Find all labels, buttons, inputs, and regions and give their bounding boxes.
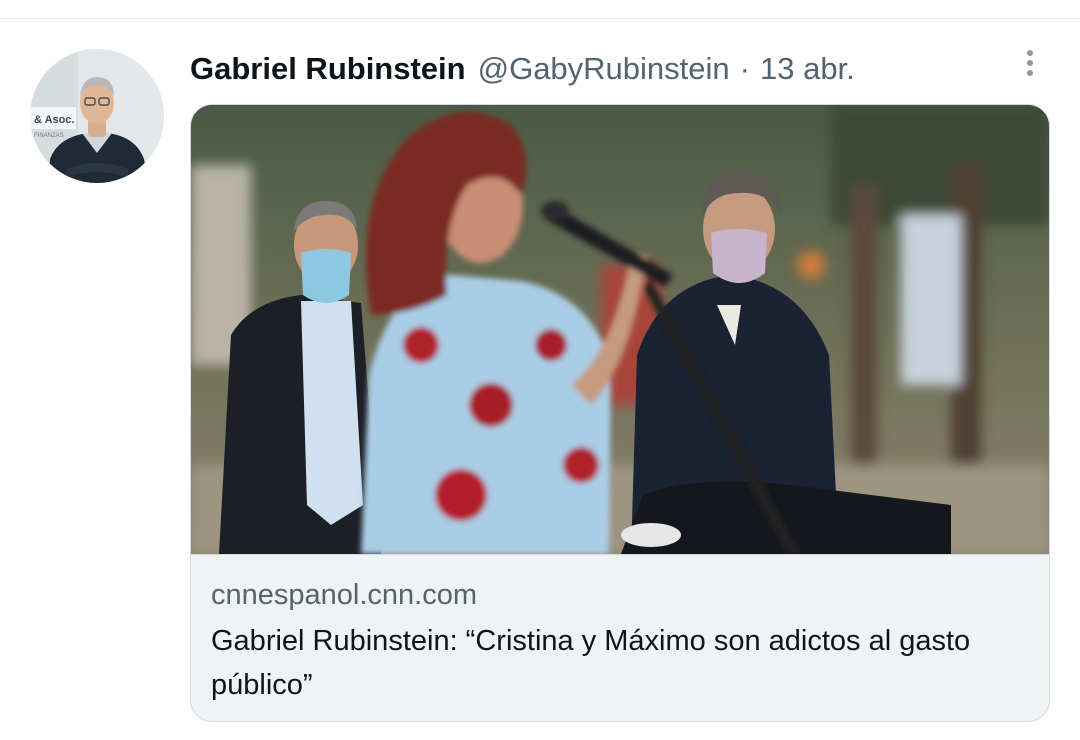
card-body: cnnespanol.cnn.com Gabriel Rubinstein: “… <box>191 554 1049 721</box>
link-preview-card[interactable]: cnnespanol.cnn.com Gabriel Rubinstein: “… <box>190 104 1050 722</box>
tweet-timestamp[interactable]: 13 abr. <box>760 51 855 87</box>
more-vertical-icon[interactable] <box>1012 45 1048 81</box>
header-separator: · <box>739 51 750 86</box>
more-dot <box>1027 60 1033 66</box>
card-domain: cnnespanol.cnn.com <box>211 579 477 611</box>
tweet-header: Gabriel Rubinstein @GabyRubinstein · 13 … <box>190 47 855 91</box>
card-photo <box>191 105 1049 554</box>
avatar-sign-text: & Asoc. <box>34 114 75 126</box>
tweet[interactable]: & Asoc. FINANZAS Gabriel Rubinstein @Gab… <box>0 19 1080 740</box>
card-image <box>191 105 1049 554</box>
avatar-photo: & Asoc. FINANZAS <box>30 49 164 183</box>
author-display-name[interactable]: Gabriel Rubinstein <box>190 51 466 87</box>
avatar-sign-subtext: FINANZAS <box>34 133 64 139</box>
more-dot <box>1027 50 1033 56</box>
author-handle[interactable]: @GabyRubinstein <box>478 51 730 87</box>
card-title: Gabriel Rubinstein: “Cristina y Máximo s… <box>211 625 971 701</box>
author-avatar[interactable]: & Asoc. FINANZAS <box>30 49 164 183</box>
more-dot <box>1027 70 1033 76</box>
